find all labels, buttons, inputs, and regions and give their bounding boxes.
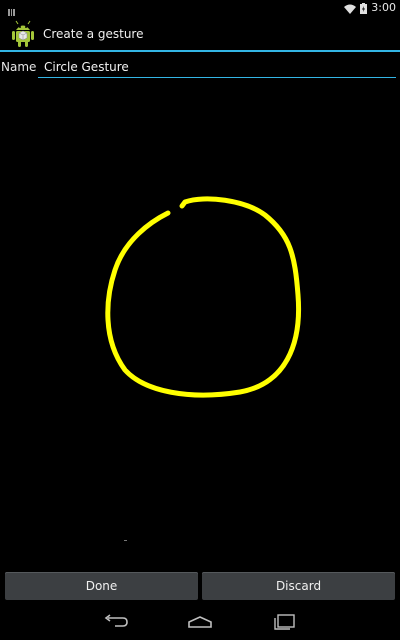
name-label: Name	[1, 60, 37, 74]
notification-icon	[8, 3, 15, 18]
android-icon	[8, 19, 38, 49]
button-bar: Done Discard	[0, 568, 400, 604]
recent-apps-icon[interactable]	[269, 612, 299, 632]
name-row: Name	[0, 56, 400, 80]
status-bar: 3:00	[0, 0, 400, 18]
gesture-overlay[interactable]	[0, 82, 400, 566]
gesture-name-input[interactable]	[38, 56, 396, 78]
canvas-dot	[124, 540, 127, 541]
page-title: Create a gesture	[43, 27, 144, 41]
gesture-stroke	[105, 196, 302, 398]
wifi-icon	[344, 0, 357, 18]
home-icon[interactable]	[185, 612, 215, 632]
action-bar: Create a gesture	[0, 16, 400, 52]
status-clock: 3:00	[371, 1, 396, 14]
done-button[interactable]: Done	[5, 572, 198, 600]
discard-button[interactable]: Discard	[202, 572, 395, 600]
battery-icon	[360, 0, 368, 18]
back-icon[interactable]	[101, 612, 131, 632]
navigation-bar	[0, 604, 400, 640]
